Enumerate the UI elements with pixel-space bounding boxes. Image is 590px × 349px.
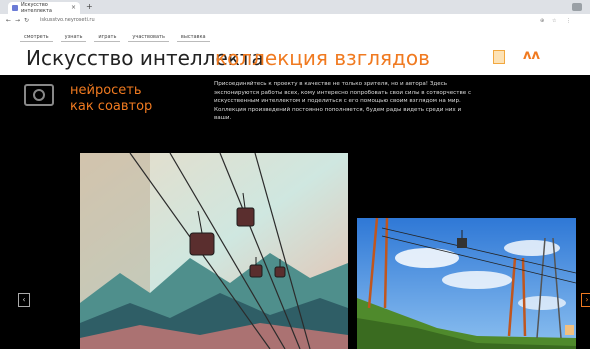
nav-item-play[interactable]: играть xyxy=(94,33,121,42)
extension-icon[interactable]: ⊕ xyxy=(540,18,544,24)
camera-icon xyxy=(24,84,54,106)
nav-item-participate[interactable]: участвовать xyxy=(128,33,169,42)
favicon-icon xyxy=(12,5,18,11)
new-tab-button[interactable]: + xyxy=(86,2,93,11)
reload-icon[interactable]: ↻ xyxy=(24,17,29,24)
back-icon[interactable]: ← xyxy=(6,17,11,24)
logo[interactable]: ʌʌ xyxy=(523,48,540,63)
address-bar: ← → ↻ iskusstvo.neyroseti.ru ⊕ ☆ ⋮ xyxy=(0,14,590,29)
menu-icon[interactable]: ⋮ xyxy=(566,18,571,24)
browser-tab[interactable]: Искусство интеллекта × xyxy=(8,2,80,14)
top-nav: смотреть узнать играть участвовать выста… xyxy=(20,33,210,42)
nav-item-exhibition[interactable]: выставка xyxy=(176,33,210,42)
browser-tab-strip: Искусство интеллекта × + xyxy=(0,0,590,14)
close-icon[interactable]: × xyxy=(71,4,76,11)
url-field[interactable]: iskusstvo.neyroseti.ru xyxy=(40,17,95,23)
profile-icon[interactable] xyxy=(572,3,582,11)
nav-item-learn[interactable]: узнать xyxy=(60,33,87,42)
bookmark-icon[interactable]: ☆ xyxy=(552,18,556,24)
scroll-top-button[interactable] xyxy=(565,325,574,335)
intro-text: Присоединяйтесь к проекту в качестве не … xyxy=(214,81,472,122)
section-title: нейросеть как соавтор xyxy=(70,83,153,114)
gallery-image-cable-car-art[interactable] xyxy=(80,153,348,349)
page-subtitle: коллекция взглядов xyxy=(215,46,430,70)
gallery-image-cable-car-photo[interactable] xyxy=(357,218,576,349)
forward-icon[interactable]: → xyxy=(15,17,20,24)
gallery-prev-button[interactable]: ‹ xyxy=(18,293,30,307)
nav-item-watch[interactable]: смотреть xyxy=(20,33,53,42)
book-icon[interactable] xyxy=(493,50,505,64)
gallery-next-button[interactable]: › xyxy=(581,293,590,307)
